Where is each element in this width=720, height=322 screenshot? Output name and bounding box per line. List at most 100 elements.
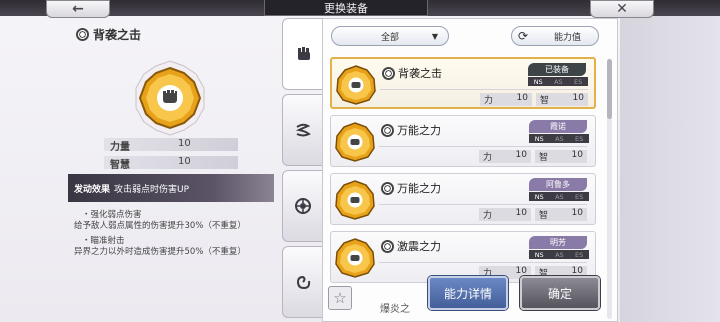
card-name: 万能之力 (397, 182, 441, 195)
tag-ns: NS (533, 77, 543, 86)
stat-strength: 力量 10 (104, 138, 238, 153)
tag-ns: NS (534, 192, 544, 201)
fist-gem-icon (335, 180, 375, 220)
owner-badge: 明芳 (529, 236, 587, 249)
category-tabs (282, 18, 324, 322)
stat-label: 智 (540, 96, 550, 106)
effect-band: 发动效果 攻击弱点时伤害UP (68, 174, 274, 202)
stat-strength: 力 10 (479, 208, 531, 221)
fist-gem-icon (135, 60, 205, 136)
card-name: 万能之力 (397, 124, 441, 137)
stat-wisdom: 智 10 (535, 208, 587, 221)
tag-ns: NS (534, 134, 544, 143)
partial-card-name: 爆炎之 (380, 304, 410, 315)
filter-value: 全部 (380, 32, 399, 43)
effect-summary: 攻击弱点时伤害UP (114, 184, 190, 195)
right-backdrop (620, 16, 720, 322)
type-tags: NS AS ES (529, 134, 589, 143)
divider (379, 146, 587, 147)
list-scrollbar[interactable] (607, 59, 612, 319)
tab-wind[interactable] (282, 94, 324, 166)
fist-icon (297, 47, 310, 60)
stat-strength: 力 10 (480, 93, 532, 106)
tag-as: AS (555, 134, 564, 143)
effect-desc-text: 异界之力以外时造成伤害提升50%（不重复） (74, 247, 246, 257)
effect-title: 发动效果 (74, 184, 111, 195)
stat-strength: 力 10 (479, 150, 531, 163)
effect-desc-2: ・瞄准射击 异界之力以外时造成伤害提升50%（不重复） (74, 236, 246, 258)
stat-value: 10 (572, 93, 584, 103)
medal-icon (381, 123, 394, 137)
stat-value: 10 (571, 266, 583, 276)
stat-value: 10 (178, 156, 191, 167)
tab-burst[interactable] (282, 170, 324, 242)
card-name-row: 万能之力 (381, 180, 441, 196)
page-title: 更换装备 (264, 0, 428, 16)
effect-desc-title: ・瞄准射击 (82, 236, 125, 246)
medal-icon (382, 66, 395, 80)
refresh-icon: ⟳ (518, 29, 529, 43)
effect-desc-title: ・强化弱点伤害 (82, 210, 142, 220)
burst-icon (295, 198, 311, 214)
stat-label: 智 (539, 153, 549, 163)
favorite-button[interactable]: ☆ (328, 286, 352, 310)
stat-value: 10 (515, 208, 527, 218)
tab-swirl[interactable] (282, 246, 324, 318)
stat-wisdom: 智 10 (536, 93, 588, 106)
type-tags: NS AS ES (529, 192, 589, 201)
back-button[interactable]: ← (46, 0, 110, 18)
stat-value: 10 (571, 150, 583, 160)
card-name: 激震之力 (397, 240, 441, 253)
detail-panel: 背袭之击 力量 10 智慧 10 发动效果 攻击弱点时伤害UP ・强化弱点伤害 … (60, 18, 274, 322)
effect-desc-1: ・强化弱点伤害 给予敌人弱点属性的伤害提升30%（不重复） (74, 210, 246, 232)
stat-value: 10 (515, 150, 527, 160)
back-arrow-icon: ← (72, 1, 84, 17)
tag-es: ES (575, 192, 584, 201)
selected-name-row: 背袭之击 (76, 26, 141, 43)
star-icon: ☆ (333, 289, 347, 307)
tag-es: ES (575, 250, 584, 259)
selected-name: 背袭之击 (93, 28, 142, 42)
close-icon: ✕ (616, 1, 628, 17)
fist-gem-icon (336, 65, 376, 105)
tag-es: ES (575, 134, 584, 143)
stat-label: 智慧 (110, 160, 130, 171)
sort-label: 能力值 (554, 32, 582, 43)
stat-value: 10 (571, 208, 583, 218)
equipment-card[interactable]: 万能之力 霞诺 NS AS ES 力 10 智 10 (330, 115, 596, 167)
stat-label: 力 (484, 96, 494, 106)
equipment-card[interactable]: 背袭之击 已装备 NS AS ES 力 10 智 10 (330, 57, 596, 109)
card-name: 背袭之击 (398, 67, 442, 80)
stat-label: 力 (483, 211, 493, 221)
tab-fist[interactable] (282, 18, 324, 90)
equipment-card[interactable]: 万能之力 阿鲁多 NS AS ES 力 10 智 10 (330, 173, 596, 225)
fist-gem-icon (335, 122, 375, 162)
stat-wisdom: 智慧 10 (104, 156, 238, 171)
owner-badge: 已装备 (528, 63, 586, 76)
tag-as: AS (554, 77, 563, 86)
filter-dropdown[interactable]: 全部 ▼ (331, 26, 449, 46)
tag-as: AS (555, 192, 564, 201)
effect-desc-text: 给予敌人弱点属性的伤害提升30%（不重复） (74, 221, 246, 231)
medal-icon (381, 181, 394, 195)
type-tags: NS AS ES (529, 250, 589, 259)
divider (379, 262, 587, 263)
stat-label: 力量 (110, 142, 130, 153)
scrollbar-thumb[interactable] (607, 59, 612, 119)
close-button[interactable]: ✕ (590, 0, 654, 18)
stat-value: 10 (515, 266, 527, 276)
medal-icon (381, 239, 394, 253)
owner-badge: 阿鲁多 (529, 178, 587, 191)
sort-button[interactable]: ⟳ 能力值 (511, 26, 599, 46)
stat-label: 力 (483, 153, 493, 163)
confirm-button[interactable]: 确定 (520, 276, 600, 310)
divider (380, 89, 588, 90)
wind-icon (295, 123, 311, 137)
ability-detail-button[interactable]: 能力详情 (428, 276, 508, 310)
card-name-row: 万能之力 (381, 122, 441, 138)
swirl-icon (296, 275, 311, 290)
tag-ns: NS (534, 250, 544, 259)
medal-icon (76, 28, 89, 41)
type-tags: NS AS ES (528, 77, 588, 86)
tag-as: AS (555, 250, 564, 259)
